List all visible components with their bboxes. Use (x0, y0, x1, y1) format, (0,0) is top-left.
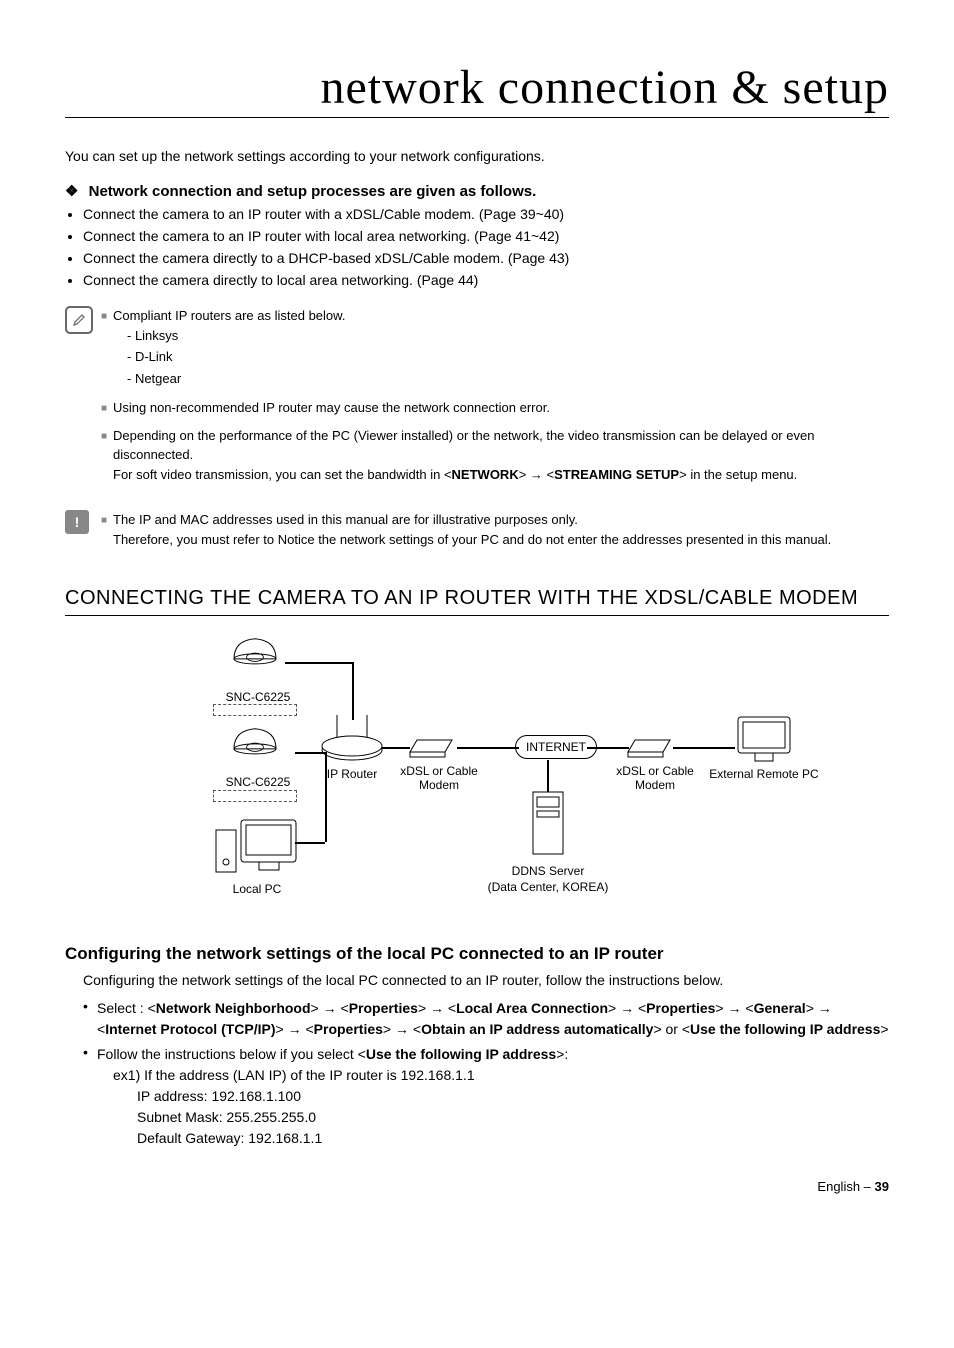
page-title: network connection & setup (65, 60, 889, 118)
list-item: Connect the camera to an IP router with … (83, 206, 889, 222)
follow-instructions-text: Follow the instructions below if you sel… (97, 1044, 889, 1149)
monitor-icon (733, 712, 795, 767)
remote-pc-label: External Remote PC (709, 767, 819, 781)
example-mask: Subnet Mask: 255.255.255.0 (97, 1107, 889, 1128)
example-ip: IP address: 192.168.1.100 (97, 1086, 889, 1107)
camera-label: SNC-C6225 (213, 690, 303, 704)
modem-label: xDSL or Cable Modem (389, 764, 489, 792)
section-heading: CONNECTING THE CAMERA TO AN IP ROUTER WI… (65, 585, 889, 616)
diamond-icon: ❖ (65, 182, 78, 200)
network-diagram: SNC-C6225 SNC-C6225 Local PC IP Router (117, 632, 837, 932)
ddns-sub-label: (Data Center, KOREA) (478, 880, 618, 894)
list-item: Connect the camera directly to a DHCP-ba… (83, 250, 889, 266)
note-block-warning: ! ■ The IP and MAC addresses used in thi… (65, 510, 889, 557)
router-item: - Linksys (127, 326, 889, 346)
bullet-icon: • (83, 998, 97, 1040)
square-bullet-icon: ■ (101, 306, 113, 390)
camera-label: SNC-C6225 (213, 775, 303, 789)
page-footer: English – 39 (65, 1179, 889, 1194)
main-bullet-list: Connect the camera to an IP router with … (65, 206, 889, 288)
example-gateway: Default Gateway: 192.168.1.1 (97, 1128, 889, 1149)
router-label: IP Router (322, 767, 382, 781)
sub-heading-text: Network connection and setup processes a… (89, 183, 537, 200)
square-bullet-icon: ■ (101, 426, 113, 485)
example-header: ex1) If the address (LAN IP) of the IP r… (97, 1065, 889, 1086)
note-block-info: ■ Compliant IP routers are as listed bel… (65, 306, 889, 492)
exclamation-icon: ! (65, 510, 89, 534)
pencil-note-icon (65, 306, 93, 334)
note-text: Compliant IP routers are as listed below… (113, 308, 345, 323)
footer-lang: English – (817, 1179, 870, 1194)
intro-text: You can set up the network settings acco… (65, 148, 889, 164)
camera-icon (225, 722, 285, 764)
bullet-icon: • (83, 1044, 97, 1149)
config-intro: Configuring the network settings of the … (65, 972, 889, 988)
note-text: Depending on the performance of the PC (… (113, 426, 889, 485)
select-path-text: Select : <Network Neighborhood> → <Prope… (97, 998, 889, 1040)
page-number: 39 (875, 1179, 889, 1194)
square-bullet-icon: ■ (101, 510, 113, 549)
camera-icon (225, 632, 285, 674)
pc-icon (211, 810, 301, 880)
square-bullet-icon: ■ (101, 398, 113, 418)
modem-icon (623, 732, 675, 762)
note-text: The IP and MAC addresses used in this ma… (113, 510, 889, 549)
list-item: Connect the camera to an IP router with … (83, 228, 889, 244)
local-pc-label: Local PC (217, 882, 297, 896)
sub-section-heading: Configuring the network settings of the … (65, 944, 889, 964)
router-item: - Netgear (127, 369, 889, 389)
note-text: Using non-recommended IP router may caus… (113, 398, 889, 418)
modem-icon (405, 732, 457, 762)
ddns-label: DDNS Server (498, 864, 598, 878)
list-item: Connect the camera directly to local are… (83, 272, 889, 288)
modem-label: xDSL or Cable Modem (605, 764, 705, 792)
internet-cloud: INTERNET (515, 735, 597, 759)
sub-heading: ❖ Network connection and setup processes… (65, 182, 889, 200)
router-item: - D-Link (127, 347, 889, 367)
